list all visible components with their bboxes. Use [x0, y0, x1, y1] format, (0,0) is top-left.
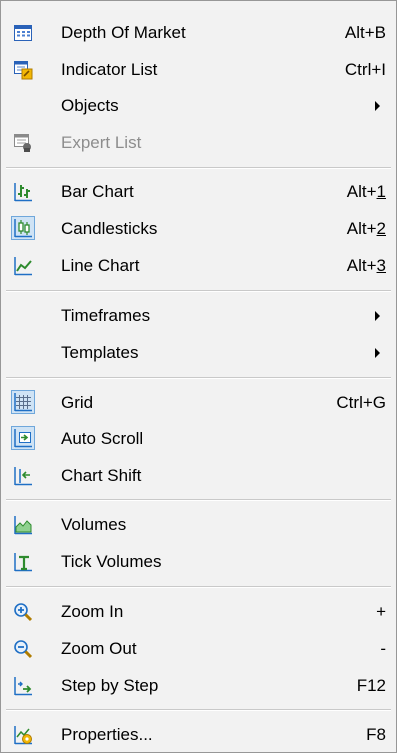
menu-item-label: Chart Shift	[61, 466, 142, 485]
properties-icon	[13, 725, 33, 745]
indicator-list-icon	[13, 60, 33, 80]
menu-item-label: Volumes	[61, 515, 127, 534]
menu-item-indicator-list[interactable]: Indicator List Ctrl+I	[4, 52, 393, 88]
menu-item-shortcut: Ctrl+G	[336, 393, 386, 412]
menu-item-label: Zoom In	[61, 602, 124, 621]
menu-item-label: Grid	[61, 393, 94, 412]
shortcut-key: 3	[376, 256, 386, 275]
expert-list-icon	[13, 133, 33, 153]
menu-item-shortcut: Alt+2	[347, 219, 386, 239]
menu-separator	[6, 709, 391, 711]
menu-item-label: Expert List	[61, 133, 142, 152]
menu-item-label: Step by Step	[61, 676, 159, 695]
zoom-in-icon	[13, 602, 33, 622]
menu-item-line-chart[interactable]: Line Chart Alt+3	[4, 248, 393, 284]
menu-item-grid[interactable]: Grid Ctrl+G	[4, 385, 393, 421]
menu-item-shortcut: F12	[356, 676, 386, 695]
tick-volumes-icon	[13, 552, 33, 572]
shortcut-prefix: Alt+	[346, 182, 377, 201]
menu-item-depth-of-market[interactable]: Depth Of Market Alt+B	[4, 15, 393, 51]
menu-item-tick-volumes[interactable]: Tick Volumes	[4, 544, 393, 580]
menu-separator	[6, 167, 391, 169]
menu-item-templates[interactable]: Templates	[4, 335, 393, 371]
menu-item-shortcut: Ctrl+I	[344, 60, 386, 79]
bar-chart-icon	[13, 182, 33, 202]
menu-item-zoom-in[interactable]: Zoom In +	[4, 594, 393, 630]
menu-item-label: Zoom Out	[61, 639, 137, 658]
menu-item-label: Line Chart	[61, 256, 140, 275]
menu-item-label: Properties...	[61, 725, 153, 744]
chart-context-menu: Depth Of Market Alt+B Indicator List Ctr…	[0, 0, 397, 753]
menu-item-label: Bar Chart	[61, 182, 134, 201]
volumes-icon	[13, 515, 33, 535]
submenu-arrow-icon	[375, 348, 380, 358]
depth-of-market-icon	[13, 23, 33, 43]
auto-scroll-icon	[11, 426, 35, 450]
menu-item-shortcut: +	[376, 602, 386, 621]
menu-item-shortcut: -	[380, 639, 386, 658]
menu-item-zoom-out[interactable]: Zoom Out -	[4, 631, 393, 667]
menu-separator	[6, 586, 391, 588]
zoom-out-icon	[13, 639, 33, 659]
shortcut-key: 1	[376, 182, 386, 201]
shortcut-key: 2	[376, 219, 386, 238]
grid-icon	[11, 390, 35, 414]
shortcut-prefix: Alt+	[346, 219, 377, 238]
menu-item-shortcut: Alt+3	[347, 256, 386, 276]
menu-item-objects[interactable]: Objects	[4, 88, 393, 124]
menu-item-label: Auto Scroll	[61, 429, 144, 448]
menu-item-label: Objects	[61, 96, 119, 115]
menu-item-label: Tick Volumes	[61, 552, 162, 571]
menu-item-auto-scroll[interactable]: Auto Scroll	[4, 421, 393, 457]
menu-item-label: Templates	[61, 343, 139, 362]
submenu-arrow-icon	[375, 311, 380, 321]
menu-item-label: Depth Of Market	[61, 23, 186, 42]
menu-item-volumes[interactable]: Volumes	[4, 507, 393, 543]
menu-item-label: Candlesticks	[61, 219, 158, 238]
line-chart-icon	[13, 256, 33, 276]
menu-item-candlesticks[interactable]: Candlesticks Alt+2	[4, 211, 393, 247]
shortcut-prefix: Alt+	[346, 256, 377, 275]
menu-item-bar-chart[interactable]: Bar Chart Alt+1	[4, 174, 393, 210]
menu-item-properties[interactable]: Properties... F8	[4, 717, 393, 753]
menu-item-shortcut: Alt+B	[344, 23, 386, 42]
menu-item-shortcut: Alt+1	[347, 182, 386, 202]
menu-separator	[6, 499, 391, 501]
candlesticks-icon	[11, 216, 35, 240]
menu-separator	[6, 377, 391, 379]
submenu-arrow-icon	[375, 101, 380, 111]
menu-item-step-by-step[interactable]: Step by Step F12	[4, 668, 393, 704]
menu-item-timeframes[interactable]: Timeframes	[4, 298, 393, 334]
menu-item-expert-list[interactable]: Expert List	[4, 125, 393, 161]
menu-item-label: Indicator List	[61, 60, 158, 79]
menu-separator	[6, 290, 391, 292]
chart-shift-icon	[13, 466, 33, 486]
menu-item-shortcut: F8	[366, 725, 386, 744]
menu-item-label: Timeframes	[61, 306, 151, 325]
menu-item-chart-shift[interactable]: Chart Shift	[4, 458, 393, 494]
step-by-step-icon	[13, 676, 33, 696]
